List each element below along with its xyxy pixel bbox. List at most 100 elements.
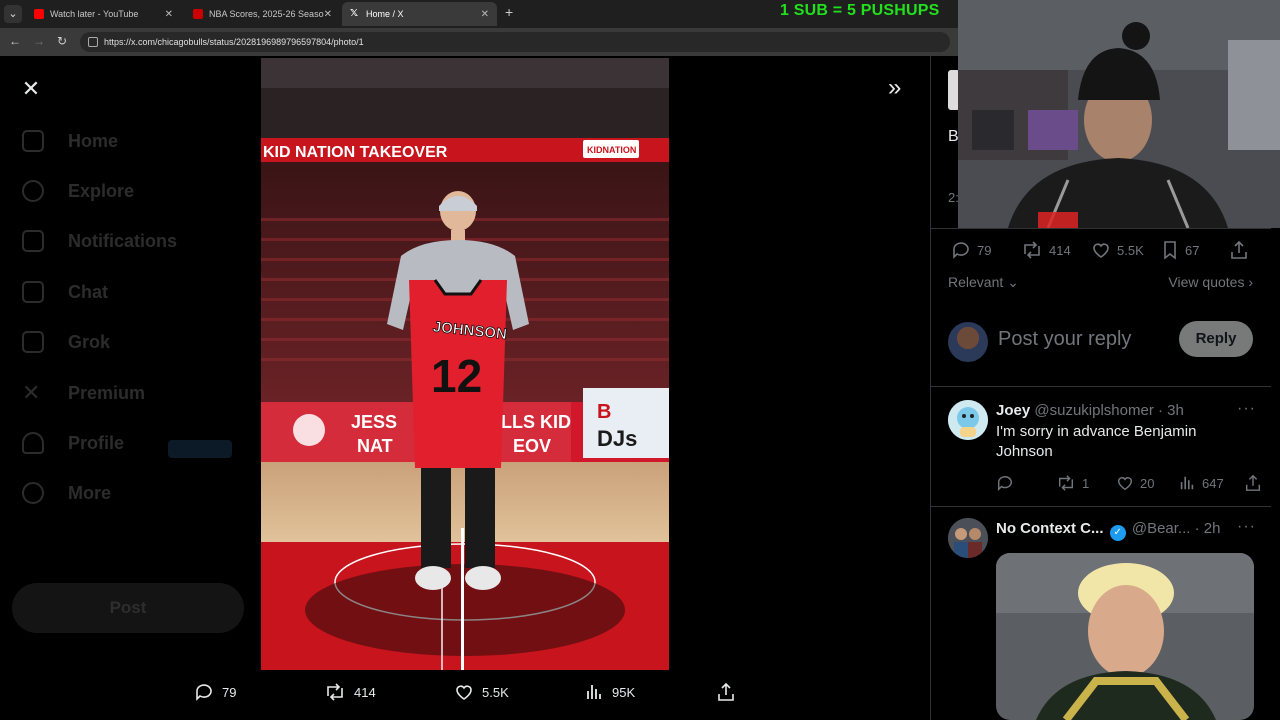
author-handle[interactable]: @suzukiplshomer (1034, 402, 1153, 419)
board-text-line2b: EOV (513, 436, 551, 456)
people-avatar-icon (948, 518, 988, 558)
author-name[interactable]: No Context C... (996, 520, 1104, 537)
views-button[interactable]: 95K (584, 682, 635, 702)
home-icon (22, 130, 44, 152)
repost-stat-button[interactable]: 414 (1021, 240, 1071, 260)
browser-tab-nba-scores[interactable]: NBA Scores, 2025-26 Season - E ✕ (185, 2, 340, 26)
board-right-b: B (597, 401, 611, 423)
x-favicon-icon: 𝕏 (350, 8, 359, 19)
verified-badge-icon: ✓ (1109, 525, 1126, 541)
webcam-feed (958, 0, 1280, 228)
tab-close-icon[interactable]: ✕ (165, 9, 173, 20)
reply-submit-button[interactable]: Reply (1179, 321, 1253, 357)
board-text-left: JESS (351, 412, 397, 432)
bell-icon (22, 230, 44, 252)
more-options-icon[interactable]: ··· (1237, 400, 1256, 418)
bookmark-icon (1164, 241, 1176, 260)
board-text-mid: LLS KID (501, 412, 571, 432)
jersey-number-text: 12 (431, 350, 482, 402)
tab-search-menu-button[interactable]: ⌄ (4, 5, 22, 23)
like-button[interactable]: 20 (1116, 474, 1154, 492)
share-icon (1245, 474, 1261, 491)
heart-icon (1093, 243, 1109, 258)
repost-icon (327, 683, 343, 701)
bg-nav-premium: ✕ Premium (22, 380, 146, 405)
repost-icon (1024, 241, 1040, 259)
tweet-photo[interactable]: KID NATION TAKEOVER KIDNATION JESS LLS K… (261, 58, 669, 670)
board-right-djs: DJs (597, 426, 637, 451)
share-stat-button[interactable] (1229, 240, 1255, 260)
author-handle[interactable]: @Bear... (1132, 520, 1191, 537)
reply-icon (196, 684, 212, 701)
share-button[interactable] (716, 682, 744, 702)
tab-close-icon[interactable]: ✕ (324, 9, 332, 20)
arena-banner-text: KID NATION TAKEOVER (263, 144, 448, 161)
tab-title: Watch later - YouTube (50, 9, 139, 19)
board-text-line2: NAT (357, 436, 393, 456)
bg-premium-badge (168, 440, 232, 458)
view-quotes-link[interactable]: View quotes › (1168, 274, 1253, 290)
close-icon[interactable]: ✕ (20, 78, 42, 100)
reply-button[interactable]: 79 (194, 682, 236, 702)
tweet-time[interactable]: · 3h (1158, 402, 1184, 419)
share-button[interactable] (1244, 474, 1268, 492)
views-icon (587, 685, 601, 699)
tweet-header: Joey @suzukiplshomer · 3h (996, 402, 1184, 419)
bg-nav-chat: Chat (22, 281, 108, 303)
url-text: https://x.com/chicagobulls/status/202819… (104, 37, 364, 47)
kidnation-logo-text: KIDNATION (587, 145, 636, 155)
expand-panel-icon[interactable]: » (888, 76, 901, 100)
squirtle-avatar-icon (948, 400, 988, 440)
share-icon (1231, 240, 1247, 259)
reply-icon (953, 242, 969, 259)
repost-button[interactable]: 414 (324, 682, 376, 702)
no-context-avatar[interactable] (948, 518, 988, 558)
espn-favicon-icon (193, 9, 203, 19)
like-stat-button[interactable]: 5.5K (1091, 240, 1144, 260)
browser-tab-x-home[interactable]: 𝕏 Home / X ✕ (342, 2, 497, 26)
browser-tab-youtube[interactable]: Watch later - YouTube ✕ (26, 2, 181, 26)
reply-icon (997, 476, 1012, 492)
site-info-icon[interactable] (88, 37, 98, 47)
user-avatar (948, 322, 988, 362)
tweet-stats-bar: 79 414 5.5K 67 (931, 240, 1280, 262)
photo-illustration: KID NATION TAKEOVER KIDNATION JESS LLS K… (261, 58, 669, 670)
back-arrow-icon[interactable]: ← (9, 34, 21, 48)
chevron-right-icon: › (1248, 274, 1253, 290)
reply-button[interactable] (996, 474, 1020, 492)
more-circle-icon (22, 482, 44, 504)
divider (931, 506, 1271, 507)
streamer-webcam (958, 0, 1280, 228)
like-button[interactable]: 5.5K (454, 682, 509, 702)
more-options-icon[interactable]: ··· (1237, 518, 1256, 536)
tweet-media-image[interactable] (996, 553, 1254, 720)
tab-title: NBA Scores, 2025-26 Season - E (209, 9, 324, 19)
bg-nav-explore: Explore (22, 180, 134, 202)
repost-button[interactable]: 1 (1056, 474, 1089, 492)
grok-icon (22, 331, 44, 353)
forward-arrow-icon[interactable]: → (33, 34, 45, 48)
new-tab-button[interactable]: + (505, 4, 513, 20)
joey-avatar[interactable] (948, 400, 988, 440)
tweet-action-bar: 1 20 647 (996, 474, 1261, 494)
bookmark-stat-button[interactable]: 67 (1161, 240, 1199, 260)
reply-stat-button[interactable]: 79 (951, 240, 991, 260)
photo-modal-action-bar: 79 414 5.5K 95K (190, 682, 750, 708)
x-logo-icon: ✕ (22, 380, 41, 405)
reply-input[interactable]: Post your reply (998, 328, 1131, 351)
youtube-favicon-icon (34, 9, 44, 19)
tab-close-icon[interactable]: ✕ (481, 9, 489, 20)
football-player-photo (996, 553, 1254, 720)
tweet-text: I'm sorry in advance Benjamin Johnson (996, 423, 1197, 460)
author-name[interactable]: Joey (996, 402, 1030, 419)
bg-nav-profile: Profile (22, 432, 124, 454)
bg-nav-grok: Grok (22, 331, 110, 353)
views-icon (1180, 476, 1194, 490)
url-field[interactable]: https://x.com/chicagobulls/status/202819… (80, 32, 950, 52)
tweet-time[interactable]: · 2h (1195, 520, 1221, 537)
views-button[interactable]: 647 (1178, 474, 1224, 492)
reload-icon[interactable]: ↻ (57, 34, 67, 48)
share-icon (718, 682, 734, 701)
bg-nav-more: More (22, 482, 111, 504)
relevant-sort-dropdown[interactable]: Relevant ⌄ (948, 274, 1019, 291)
